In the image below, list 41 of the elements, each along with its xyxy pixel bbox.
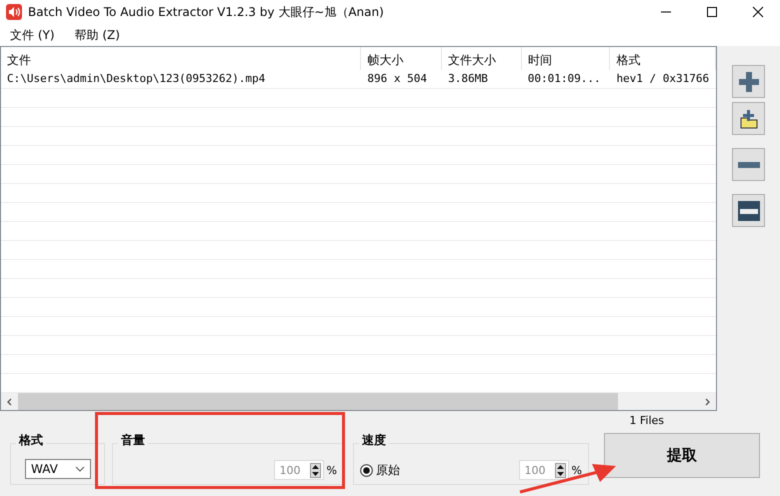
toolbar-button[interactable]	[732, 102, 765, 135]
table-cell-text: 00:01:09...	[526, 71, 602, 87]
maximize-icon[interactable]	[706, 6, 718, 18]
minus-icon	[738, 162, 760, 168]
toolbar-button[interactable]	[732, 148, 765, 181]
clear-list-icon	[738, 200, 760, 220]
menu-item[interactable]: 帮助 (Z)	[74, 26, 120, 44]
window-title: Batch Video To Audio Extractor V1.2.3 by 大眼仔~旭（Anan)	[28, 4, 384, 20]
format-dropdown[interactable]: WAV	[25, 459, 91, 479]
group-label: 速度	[359, 432, 389, 449]
unit-label: %	[572, 464, 582, 476]
group-label: 格式	[16, 432, 46, 449]
menu-item[interactable]: 文件 (Y)	[10, 26, 55, 44]
table-cell-text: 3.86MB	[447, 71, 489, 87]
toolbar-button[interactable]	[732, 65, 765, 98]
spin-arrows-icon[interactable]	[554, 462, 566, 478]
folder-plus-icon	[738, 108, 760, 130]
horizontal-scrollbar[interactable]	[1, 393, 716, 410]
column-header[interactable]: 文件	[1, 47, 362, 70]
column-header[interactable]: 格式	[610, 47, 716, 70]
speed-spinbox[interactable]: 100	[518, 460, 569, 480]
unit-label: %	[326, 464, 337, 476]
table-cell-text: hev1 / 0x31766	[615, 71, 710, 87]
extract-button[interactable]: 提取	[604, 433, 760, 478]
speaker-icon	[6, 4, 22, 20]
close-icon[interactable]	[752, 6, 764, 18]
file-count: 1 Files	[629, 414, 664, 426]
plus-icon	[738, 70, 760, 92]
toolbar-button[interactable]	[732, 194, 765, 227]
chevron-down-icon	[75, 466, 85, 472]
original-radio[interactable]: 原始	[360, 462, 400, 478]
group-label: 音量	[118, 432, 148, 449]
column-header[interactable]: 帧大小	[361, 47, 442, 70]
column-header[interactable]: 文件大小	[442, 47, 522, 70]
table-cell-text: C:\Users\admin\Desktop\123(0953262).mp4	[6, 71, 266, 87]
volume-spinbox[interactable]: 100	[274, 460, 324, 480]
spin-arrows-icon[interactable]	[310, 462, 321, 478]
column-header[interactable]: 时间	[522, 47, 610, 70]
table-cell-text: 896 x 504	[366, 71, 428, 87]
scroll-left-icon[interactable]	[6, 398, 14, 406]
scroll-right-icon[interactable]	[703, 398, 711, 406]
